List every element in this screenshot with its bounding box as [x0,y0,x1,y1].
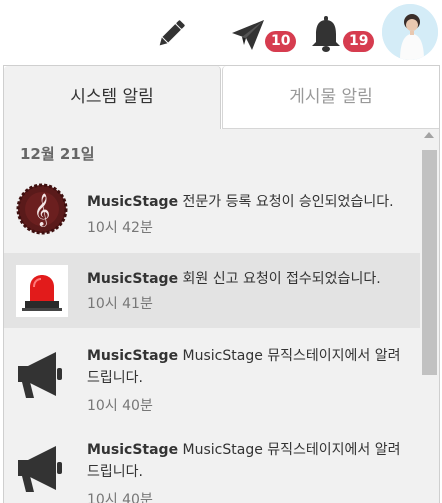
notification-item[interactable]: MusicStage MusicStage 뮤직스테이지에서 알려 드립니다. 1… [4,328,420,422]
scroll-up-arrow-icon[interactable] [424,132,434,138]
notification-item[interactable]: 𝄞 MusicStage 전문가 등록 요청이 승인되었습니다. 10시 42분 [4,172,420,246]
message-count-badge: 10 [265,31,297,52]
notification-list: 12월 21일 𝄞 MusicStage 전문가 등록 요청이 승인되었습니다.… [4,129,420,503]
notification-item[interactable]: MusicStage 회원 신고 요청이 접수되었습니다. 10시 41분 [4,253,420,328]
svg-text:𝄞: 𝄞 [34,193,51,227]
notification-time: 10시 40분 [87,398,153,414]
notification-item[interactable]: MusicStage MusicStage 뮤직스테이지에서 알려 드립니다. 1… [4,422,420,503]
date-group-header: 12월 21일 [20,145,95,163]
scroll-thumb[interactable] [422,150,437,375]
pencil-icon[interactable] [153,16,189,52]
notification-time: 10시 41분 [87,296,153,312]
treble-clef-seal-icon: 𝄞 [16,183,68,235]
notification-time: 10시 42분 [87,220,153,236]
avatar[interactable] [382,4,438,60]
tab-system-notifications[interactable]: 시스템 알림 [4,66,221,129]
tab-post-notifications[interactable]: 게시물 알림 [222,66,439,129]
top-navigation-bar: 10 19 [0,0,442,62]
red-siren-icon [16,265,68,317]
notification-scrollbar[interactable] [420,129,439,503]
paper-plane-icon[interactable] [230,18,266,52]
notification-text: MusicStage MusicStage 뮤직스테이지에서 알려 드립니다. [87,442,401,480]
megaphone-icon [16,442,68,494]
bell-icon[interactable] [308,14,344,54]
notification-text: MusicStage 회원 신고 요청이 접수되었습니다. [87,271,381,287]
notification-count-badge: 19 [343,31,375,52]
notification-text: MusicStage 전문가 등록 요청이 승인되었습니다. [87,194,394,210]
megaphone-icon [16,348,68,400]
notification-text: MusicStage MusicStage 뮤직스테이지에서 알려 드립니다. [87,348,401,386]
notification-dropdown: 시스템 알림 게시물 알림 12월 21일 𝄞 MusicStage 전문가 등… [3,65,440,503]
notification-tabs: 시스템 알림 게시물 알림 [4,66,439,129]
notification-time: 10시 40분 [87,492,153,503]
